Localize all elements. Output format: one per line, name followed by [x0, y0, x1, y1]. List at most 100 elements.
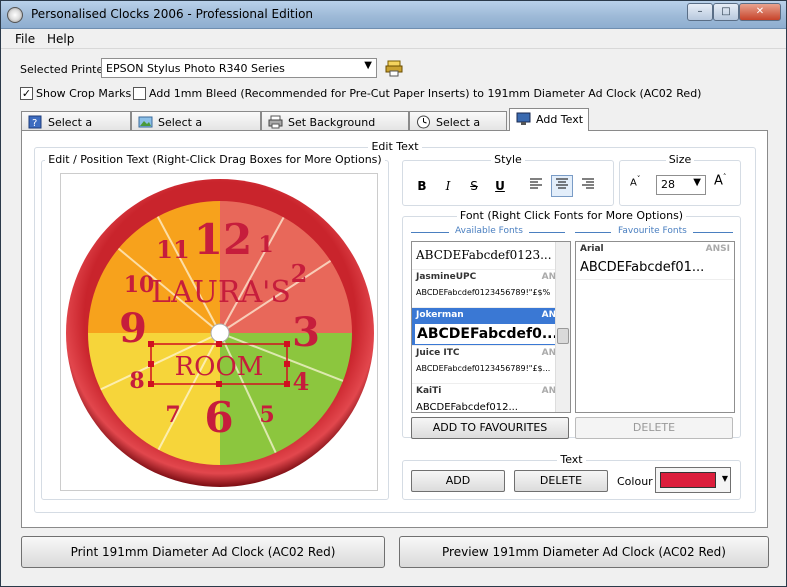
clock-number: 7 — [165, 402, 180, 428]
text-group: Text ADD DELETE Colour ▼ — [402, 453, 741, 500]
available-fonts-list[interactable]: ABCDEFabcdef0123... JasmineUPC ANSI ABCD… — [411, 241, 571, 413]
printer-icon — [268, 115, 283, 129]
add-text-button[interactable]: ADD — [411, 470, 505, 492]
bleed-check-box — [133, 87, 146, 100]
app-clock-icon[interactable] — [7, 7, 23, 23]
font-list-scrollbar[interactable] — [555, 242, 570, 412]
bleed-checkbox[interactable]: Add 1mm Bleed (Recommended for Pre-Cut P… — [133, 87, 701, 100]
chevron-down-icon: ▼ — [721, 474, 728, 483]
tab-set-background-position[interactable]: Set Background Position — [261, 111, 409, 142]
printer-select-value: EPSON Stylus Photo R340 Series — [106, 62, 285, 75]
clock-number: 3 — [292, 309, 320, 356]
chevron-down-icon: ▼ — [693, 177, 701, 188]
list-item[interactable]: ABCDEFabcdef0123... — [412, 242, 570, 270]
maximize-button[interactable]: □ — [713, 3, 739, 21]
strikethrough-button[interactable]: S — [463, 175, 485, 197]
clock-number: 5 — [259, 402, 274, 428]
crop-marks-checkbox[interactable]: ✓ Show Crop Marks — [20, 87, 131, 100]
edit-text-title: Edit Text — [368, 140, 422, 153]
align-left-icon — [530, 178, 542, 189]
menu-bar: File Help — [1, 29, 786, 49]
bold-button[interactable]: B — [411, 175, 433, 197]
style-group: Style B I S U — [402, 153, 614, 206]
text-group-label: Text — [557, 453, 586, 466]
clock-number: 12 — [194, 215, 252, 264]
menu-help[interactable]: Help — [47, 32, 74, 46]
align-right-icon — [582, 178, 594, 189]
underline-button[interactable]: U — [489, 175, 511, 197]
increase-size-button[interactable]: A˄ — [714, 173, 726, 188]
size-group: Size A˅ 28 ▼ A˄ — [619, 153, 741, 206]
style-label: Style — [491, 153, 525, 166]
close-button[interactable]: ✕ — [739, 3, 781, 21]
clock-preview[interactable]: 12 1 2 3 4 5 6 7 8 9 10 11 LAURA'S ROOM — [61, 174, 379, 492]
monitor-icon — [516, 112, 531, 125]
align-center-icon — [556, 178, 568, 189]
tab-select-format[interactable]: ? Select a Format — [21, 111, 131, 142]
add-text-panel: Edit Text Edit / Position Text (Right-Cl… — [21, 130, 768, 528]
printer-settings-icon[interactable] — [385, 59, 405, 77]
favourite-fonts-list[interactable]: Arial ANSI ABCDEFabcdef01... — [575, 241, 735, 413]
edit-text-group: Edit Text Edit / Position Text (Right-Cl… — [34, 140, 756, 513]
clock-number: 4 — [293, 367, 310, 396]
size-select[interactable]: 28 ▼ — [656, 175, 706, 195]
clock-number: 11 — [156, 235, 189, 264]
tab-select-style[interactable]: Select a Style — [409, 111, 507, 142]
delete-favourite-button[interactable]: DELETE — [575, 417, 733, 439]
preview-button[interactable]: Preview 191mm Diameter Ad Clock (AC02 Re… — [399, 536, 769, 568]
list-item[interactable]: Arial ANSI ABCDEFabcdef01... — [576, 242, 734, 280]
decrease-size-button[interactable]: A˅ — [630, 175, 640, 188]
tab-add-text[interactable]: Add Text — [509, 108, 589, 131]
crop-marks-check-icon: ✓ — [20, 87, 33, 100]
preview-group: Edit / Position Text (Right-Click Drag B… — [41, 153, 389, 500]
colour-picker[interactable]: ▼ — [655, 467, 731, 493]
scrollbar-thumb[interactable] — [557, 328, 569, 344]
clock-number: 2 — [291, 259, 308, 288]
align-right-button[interactable] — [577, 175, 599, 197]
print-button[interactable]: Print 191mm Diameter Ad Clock (AC02 Red) — [21, 536, 385, 568]
text-item-lauras[interactable]: LAURA'S — [151, 275, 291, 310]
svg-text:?: ? — [32, 118, 37, 129]
list-item-selected[interactable]: Jokerman ANSI ABCDEFabcdef0... — [412, 308, 570, 346]
app-window: Personalised Clocks 2006 - Professional … — [0, 0, 787, 587]
align-center-button[interactable] — [551, 175, 573, 197]
clock-number: 1 — [258, 232, 273, 258]
clock-number: 6 — [204, 393, 233, 442]
size-value: 28 — [661, 178, 675, 191]
available-fonts-label: Available Fonts — [455, 226, 523, 236]
crop-marks-label: Show Crop Marks — [36, 87, 132, 100]
colour-swatch — [660, 472, 716, 488]
add-to-favourites-button[interactable]: ADD TO FAVOURITES — [411, 417, 569, 439]
list-item[interactable]: KaiTi ANSI ABCDEFabcdef012... — [412, 384, 570, 412]
text-item-room: ROOM — [175, 352, 264, 382]
delete-text-button[interactable]: DELETE — [514, 470, 608, 492]
clock-canvas[interactable]: 12 1 2 3 4 5 6 7 8 9 10 11 LAURA'S ROOM — [60, 173, 378, 491]
clock-number: 8 — [129, 368, 144, 394]
colour-label: Colour — [617, 475, 653, 488]
favourite-fonts-label: Favourite Fonts — [618, 226, 687, 236]
list-item[interactable]: JasmineUPC ANSI ABCDEFabcdef0123456789!"… — [412, 270, 570, 308]
clock-number: 9 — [119, 305, 147, 352]
italic-button[interactable]: I — [437, 175, 459, 197]
size-label: Size — [665, 153, 695, 166]
list-item[interactable]: Juice ITC ANSI ABCDEFabcdef0123456789!"£… — [412, 346, 570, 384]
printer-select[interactable]: EPSON Stylus Photo R340 Series ▼ — [101, 58, 377, 78]
preview-label: Edit / Position Text (Right-Click Drag B… — [45, 153, 385, 166]
tab-select-background[interactable]: Select a Background — [131, 111, 261, 142]
selected-printer-label: Selected Printer — [20, 63, 108, 76]
picture-icon — [138, 116, 153, 128]
minimize-button[interactable]: – — [687, 3, 713, 21]
clock-center-pin — [210, 323, 230, 343]
align-left-button[interactable] — [525, 175, 547, 197]
window-title: Personalised Clocks 2006 - Professional … — [31, 7, 314, 21]
clock-number: 10 — [124, 272, 155, 298]
font-label: Font (Right Click Fonts for More Options… — [456, 209, 687, 222]
font-group: Font (Right Click Fonts for More Options… — [402, 209, 741, 439]
title-bar[interactable]: Personalised Clocks 2006 - Professional … — [1, 1, 786, 29]
help-book-icon: ? — [28, 115, 42, 129]
tab-label: Add Text — [536, 113, 584, 126]
chevron-down-icon: ▼ — [364, 60, 372, 71]
clock-icon — [417, 115, 430, 129]
bleed-label: Add 1mm Bleed (Recommended for Pre-Cut P… — [149, 87, 702, 100]
menu-file[interactable]: File — [15, 32, 35, 46]
